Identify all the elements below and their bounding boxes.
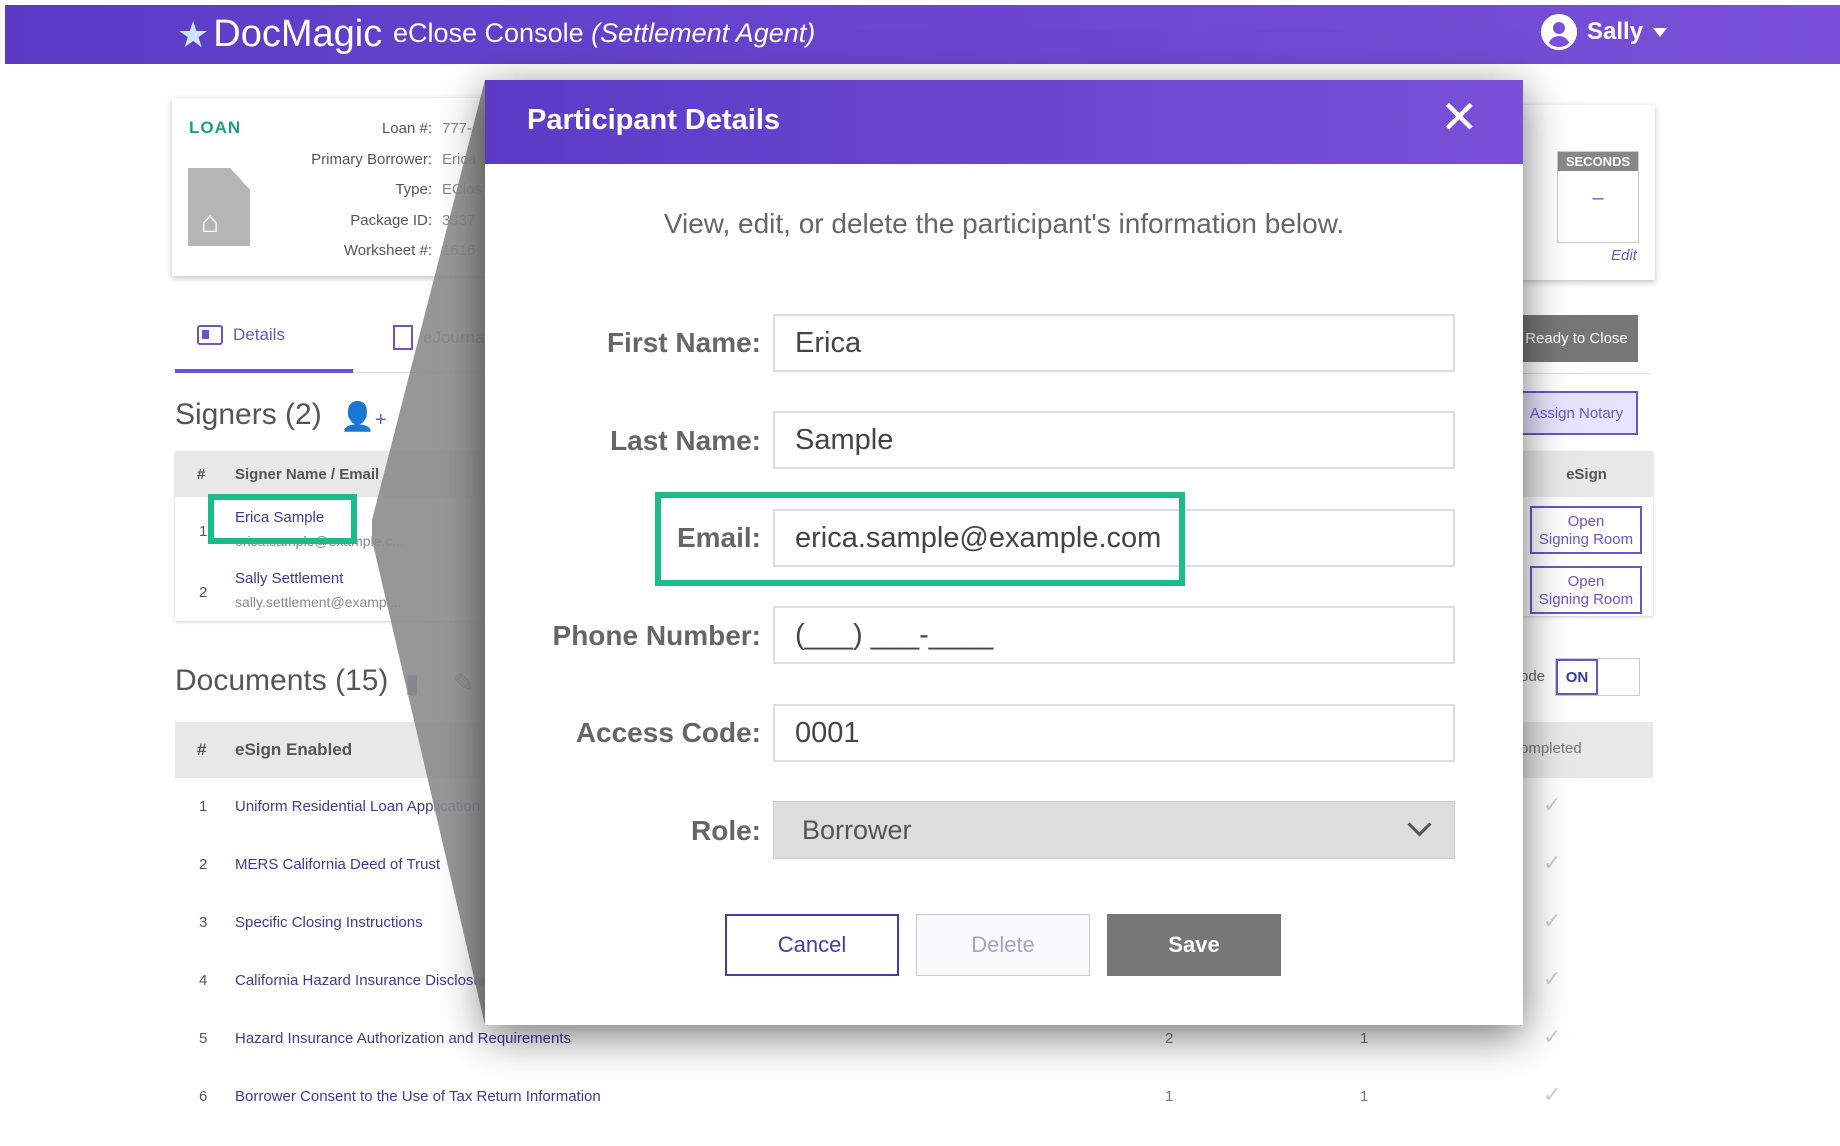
- modal-subtitle: View, edit, or delete the participant's …: [663, 208, 1345, 239]
- chevron-down-icon: [1407, 812, 1432, 837]
- email-field-highlight: [655, 492, 1185, 586]
- modal-header: Participant Details ✕: [485, 80, 1523, 164]
- delete-button[interactable]: Delete: [916, 914, 1090, 976]
- signer-name-highlight: [208, 494, 357, 544]
- role-select[interactable]: Borrower: [773, 801, 1455, 859]
- phone-number-input[interactable]: [773, 606, 1455, 664]
- access-code-input[interactable]: [773, 704, 1455, 762]
- cancel-button[interactable]: Cancel: [725, 914, 899, 976]
- last-name-input[interactable]: [773, 411, 1455, 469]
- first-name-label: First Name:: [606, 327, 761, 358]
- modal-title: Participant Details: [527, 104, 781, 136]
- access-code-label: Access Code:: [575, 717, 761, 748]
- save-button[interactable]: Save: [1107, 914, 1281, 976]
- role-selected-value: Borrower: [802, 815, 912, 845]
- phone-number-label: Phone Number:: [552, 620, 761, 651]
- role-label: Role:: [691, 815, 761, 846]
- close-icon[interactable]: ✕: [1440, 94, 1479, 140]
- last-name-label: Last Name:: [610, 425, 761, 456]
- first-name-input[interactable]: [773, 314, 1455, 372]
